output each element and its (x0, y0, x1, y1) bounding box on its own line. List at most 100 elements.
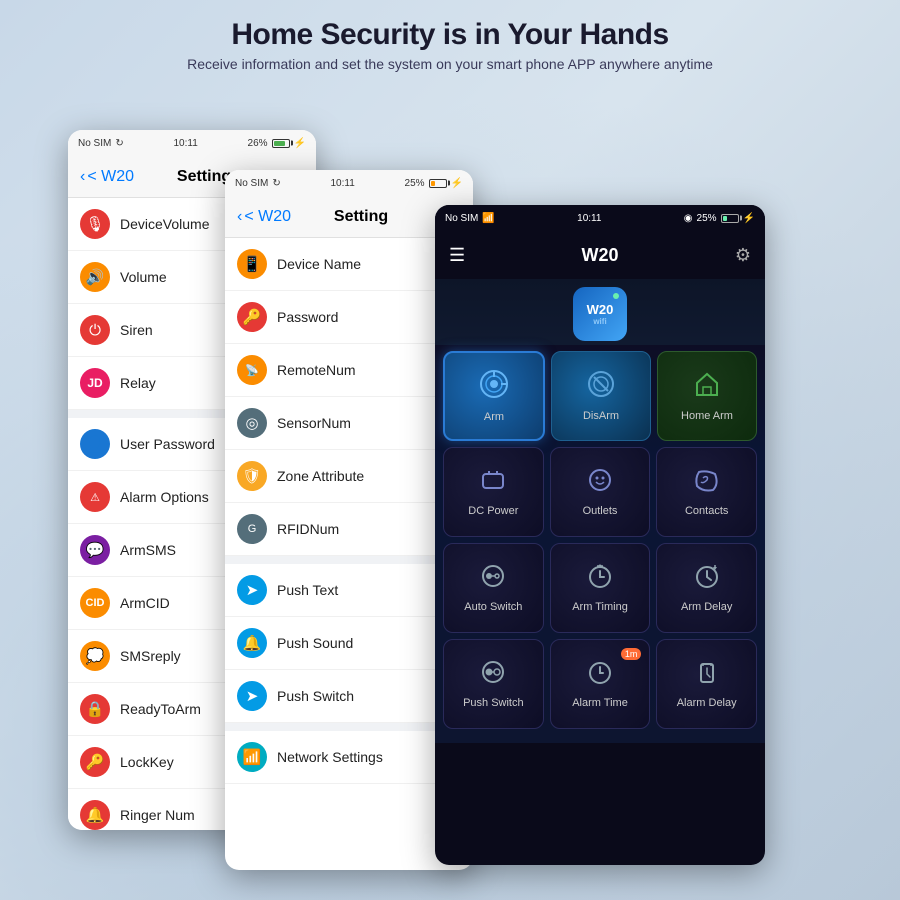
device-badge-area: W20 wifi (435, 279, 765, 345)
password-label: Password (277, 309, 338, 325)
autoswitch-button[interactable]: Auto Switch (443, 543, 544, 633)
wifi-status-dot (613, 293, 619, 299)
screen1-sim-icon: ↻ (115, 138, 123, 149)
arm-label: Arm (484, 411, 504, 424)
screen3-nav: ☰ W20 ⚙ (435, 231, 765, 279)
dcpower-button[interactable]: DC Power (443, 447, 544, 537)
screen1-battery-pct: 26% (248, 138, 268, 149)
alarmtime-label: Alarm Time (572, 697, 628, 710)
grid-row-2: DC Power Outlets (443, 447, 757, 537)
contacts-label: Contacts (685, 505, 728, 518)
device-badge: W20 wifi (573, 287, 627, 341)
alarmdelay-button[interactable]: Alarm Delay (656, 639, 757, 729)
screen3-battery-label: ◉ (684, 213, 693, 224)
networksettings-icon: 📶 (237, 742, 267, 772)
grid-row-4: Push Switch 1m Alarm Time (443, 639, 757, 729)
siren-label: Siren (120, 322, 153, 338)
screen3-nav-title: W20 (465, 245, 735, 266)
readytoarm-label: ReadyToArm (120, 701, 201, 717)
armtiming-button[interactable]: Arm Timing (550, 543, 651, 633)
screen1-sim: No SIM (78, 138, 111, 149)
screen3-sim: No SIM (445, 213, 478, 224)
rfidnum-icon: G (237, 514, 267, 544)
pushtext-icon: ➤ (237, 575, 267, 605)
pushswitch-icon: ➤ (237, 681, 267, 711)
screen2-status-left: No SIM ↻ (235, 178, 281, 189)
alarmoptions-label: Alarm Options (120, 489, 209, 505)
userpassword-icon: 👤 (80, 429, 110, 459)
settings-icon[interactable]: ⚙ (735, 245, 751, 266)
armtiming-icon (586, 562, 614, 597)
disarm-button[interactable]: DisArm (551, 351, 651, 441)
devicevolume-label: DeviceVolume (120, 216, 210, 232)
device-badge-wifi-text: wifi (593, 317, 606, 326)
smsreply-label: SMSreply (120, 648, 181, 664)
main-subtitle: Receive information and set the system o… (0, 56, 900, 72)
disarm-label: DisArm (583, 410, 619, 423)
armcid-icon: CID (80, 588, 110, 618)
homearm-button[interactable]: Home Arm (657, 351, 757, 441)
remotenum-label: RemoteNum (277, 362, 356, 378)
armsms-label: ArmSMS (120, 542, 176, 558)
alarmdelay-label: Alarm Delay (677, 697, 737, 710)
autoswitch-icon (479, 562, 507, 597)
outlets-icon (586, 466, 614, 501)
ringernum-label: Ringer Num (120, 807, 195, 823)
screen2-back-chevron: ‹ (237, 208, 242, 226)
screen1-status-right: 26% ⚡ (248, 138, 306, 149)
homearm-label: Home Arm (681, 410, 733, 423)
screen3-battery-icon (721, 214, 739, 223)
disarm-icon (586, 369, 616, 406)
autoswitch-label: Auto Switch (464, 601, 522, 614)
alarmtime-button[interactable]: 1m Alarm Time (550, 639, 651, 729)
screen2-time: 10:11 (330, 178, 354, 189)
alarm-time-badge: 1m (621, 648, 642, 660)
screen1-status-bar: No SIM ↻ 10:11 26% ⚡ (68, 130, 316, 156)
readytoarm-icon: 🔒 (80, 694, 110, 724)
relay-label: Relay (120, 375, 156, 391)
button-grid: Arm DisArm (435, 345, 765, 743)
zoneattr-label: Zone Attribute (277, 468, 364, 484)
grid-row-1: Arm DisArm (443, 351, 757, 441)
contacts-button[interactable]: Contacts (656, 447, 757, 537)
device-badge-label: W20 (587, 302, 614, 317)
screen1-status-left: No SIM ↻ (78, 138, 124, 149)
armdelay-button[interactable]: Arm Delay (656, 543, 757, 633)
hamburger-icon[interactable]: ☰ (449, 245, 465, 266)
screens-container: No SIM ↻ 10:11 26% ⚡ ‹ < W20 Setting 🎙 D… (40, 110, 860, 870)
screen2-battery-pct: 25% (405, 178, 425, 189)
devicevolume-icon: 🎙 (80, 209, 110, 239)
networksettings-label: Network Settings (277, 749, 383, 765)
arm-button[interactable]: Arm (443, 351, 545, 441)
zoneattr-icon: 🛡 (237, 461, 267, 491)
armtiming-label: Arm Timing (572, 601, 628, 614)
screen2-sim-icon: ↻ (272, 178, 280, 189)
screen3-status-left: No SIM 📶 (445, 213, 495, 224)
screen3-time: 10:11 (577, 213, 601, 224)
screen1-back-label: < W20 (87, 168, 134, 186)
screen2-charging: ⚡ (451, 178, 463, 189)
screen2-status-right: 25% ⚡ (405, 178, 463, 189)
password-icon: 🔑 (237, 302, 267, 332)
screen3: No SIM 📶 10:11 ◉ 25% ⚡ ☰ W20 ⚙ W20 wifi (435, 205, 765, 865)
alarmdelay-icon (693, 658, 721, 693)
screen2-back-button[interactable]: ‹ < W20 (237, 208, 291, 226)
userpassword-label: User Password (120, 436, 215, 452)
screen1-back-button[interactable]: ‹ < W20 (80, 168, 134, 186)
screen2-back-label: < W20 (244, 208, 291, 226)
screen3-wifi-icon: 📶 (482, 213, 494, 224)
screen2-battery-icon (429, 179, 447, 188)
page-header: Home Security is in Your Hands Receive i… (0, 18, 900, 72)
remotenum-icon: 📡 (237, 355, 267, 385)
lockkey-icon: 🔑 (80, 747, 110, 777)
main-title: Home Security is in Your Hands (0, 18, 900, 52)
sensornum-label: SensorNum (277, 415, 351, 431)
outlets-button[interactable]: Outlets (550, 447, 651, 537)
sensornum-icon: ◎ (237, 408, 267, 438)
pushswitch-icon-dark (479, 658, 507, 693)
screen1-battery-icon (272, 139, 290, 148)
dcpower-icon (479, 466, 507, 501)
screen3-status-right: ◉ 25% ⚡ (684, 213, 755, 224)
screen3-status-bar: No SIM 📶 10:11 ◉ 25% ⚡ (435, 205, 765, 231)
pushswitch-button[interactable]: Push Switch (443, 639, 544, 729)
